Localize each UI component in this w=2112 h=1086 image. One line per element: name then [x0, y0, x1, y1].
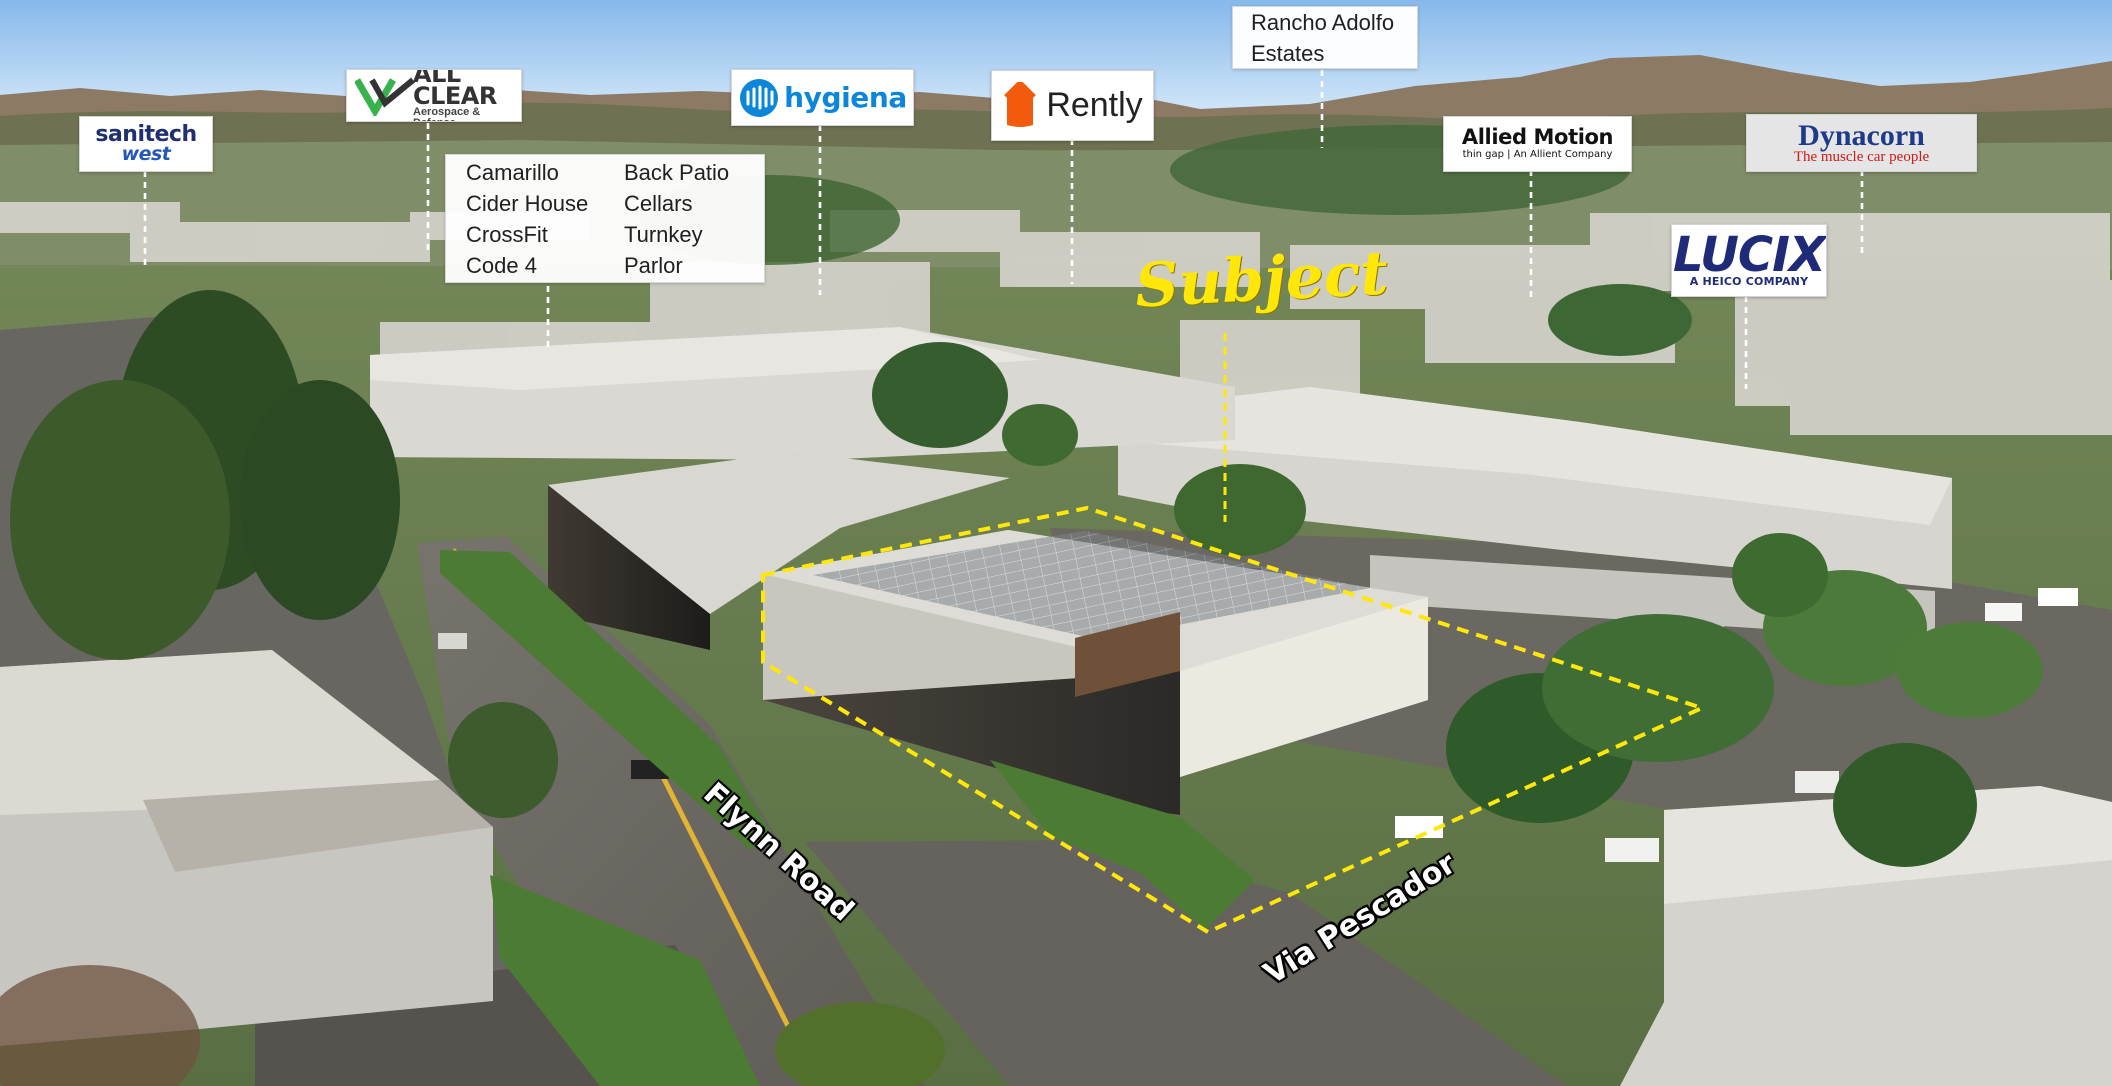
- aerial-site-map: sanitech west ALL CLEAR Aerospace & Defe…: [0, 0, 2112, 1086]
- aerial-photo-scene: [0, 0, 2112, 1086]
